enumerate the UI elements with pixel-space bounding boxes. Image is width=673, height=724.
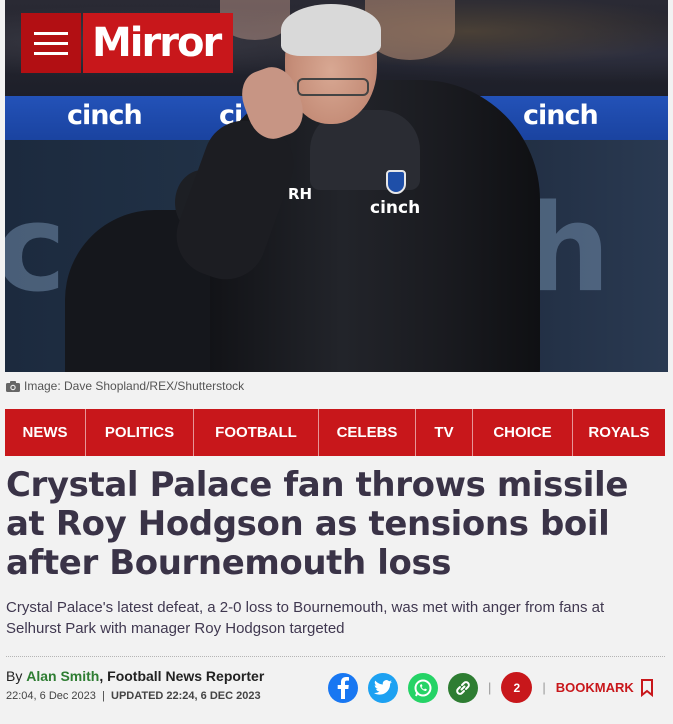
- byline: By Alan Smith, Football News Reporter: [6, 668, 264, 684]
- image-credit-text: Image: Dave Shopland/REX/Shutterstock: [24, 379, 245, 393]
- comment-count: 2: [513, 680, 521, 695]
- image-credit: Image: Dave Shopland/REX/Shutterstock: [6, 379, 244, 393]
- board-text: cinch: [67, 100, 143, 131]
- camera-icon: [6, 380, 20, 392]
- section-nav: NEWS POLITICS FOOTBALL CELEBS TV CHOICE …: [5, 409, 665, 456]
- dateline: 22:04, 6 Dec 2023 | UPDATED 22:24, 6 DEC…: [6, 690, 261, 702]
- bookmark-label: BOOKMARK: [555, 680, 634, 695]
- article-headline: Crystal Palace fan throws missile at Roy…: [6, 465, 628, 583]
- nav-item-celebs[interactable]: CELEBS: [319, 409, 416, 456]
- separator: |: [488, 680, 492, 695]
- comments-button[interactable]: 2: [501, 672, 533, 703]
- divider: [6, 656, 665, 657]
- copy-link-icon[interactable]: [448, 672, 478, 703]
- nav-item-royals[interactable]: ROYALS: [573, 409, 665, 456]
- manager-hair: [281, 4, 381, 56]
- article-standfirst: Crystal Palace's latest defeat, a 2-0 lo…: [6, 599, 605, 637]
- board-text: cinch: [523, 100, 599, 131]
- coat-initials: RH: [288, 185, 313, 203]
- mirror-logo[interactable]: Mirror: [83, 13, 234, 73]
- nav-item-tv[interactable]: TV: [416, 409, 473, 456]
- published-time: 22:04, 6 Dec 2023: [6, 690, 96, 702]
- club-crest-icon: [386, 170, 406, 194]
- coat-sponsor: cinch: [370, 198, 421, 218]
- nav-item-football[interactable]: FOOTBALL: [194, 409, 319, 456]
- author-link[interactable]: Alan Smith: [26, 668, 99, 684]
- twitter-share-icon[interactable]: [368, 672, 398, 703]
- facebook-share-icon[interactable]: [328, 672, 358, 703]
- hamburger-menu-icon[interactable]: [21, 13, 81, 73]
- byline-prefix: By: [6, 668, 23, 684]
- nav-item-choice[interactable]: CHOICE: [473, 409, 573, 456]
- nav-item-politics[interactable]: POLITICS: [86, 409, 194, 456]
- separator: |: [542, 680, 546, 695]
- updated-time: UPDATED 22:24, 6 DEC 2023: [111, 690, 261, 702]
- author-role: , Football News Reporter: [99, 668, 265, 684]
- bookmark-button[interactable]: BOOKMARK: [555, 678, 654, 697]
- masthead: Mirror: [21, 13, 234, 73]
- bookmark-icon: [640, 678, 653, 697]
- nav-item-news[interactable]: NEWS: [5, 409, 86, 456]
- share-bar: | 2 | BOOKMARK: [328, 672, 654, 703]
- manager-glasses: [297, 78, 369, 96]
- whatsapp-share-icon[interactable]: [408, 672, 438, 703]
- stand-decoration: c: [5, 180, 67, 319]
